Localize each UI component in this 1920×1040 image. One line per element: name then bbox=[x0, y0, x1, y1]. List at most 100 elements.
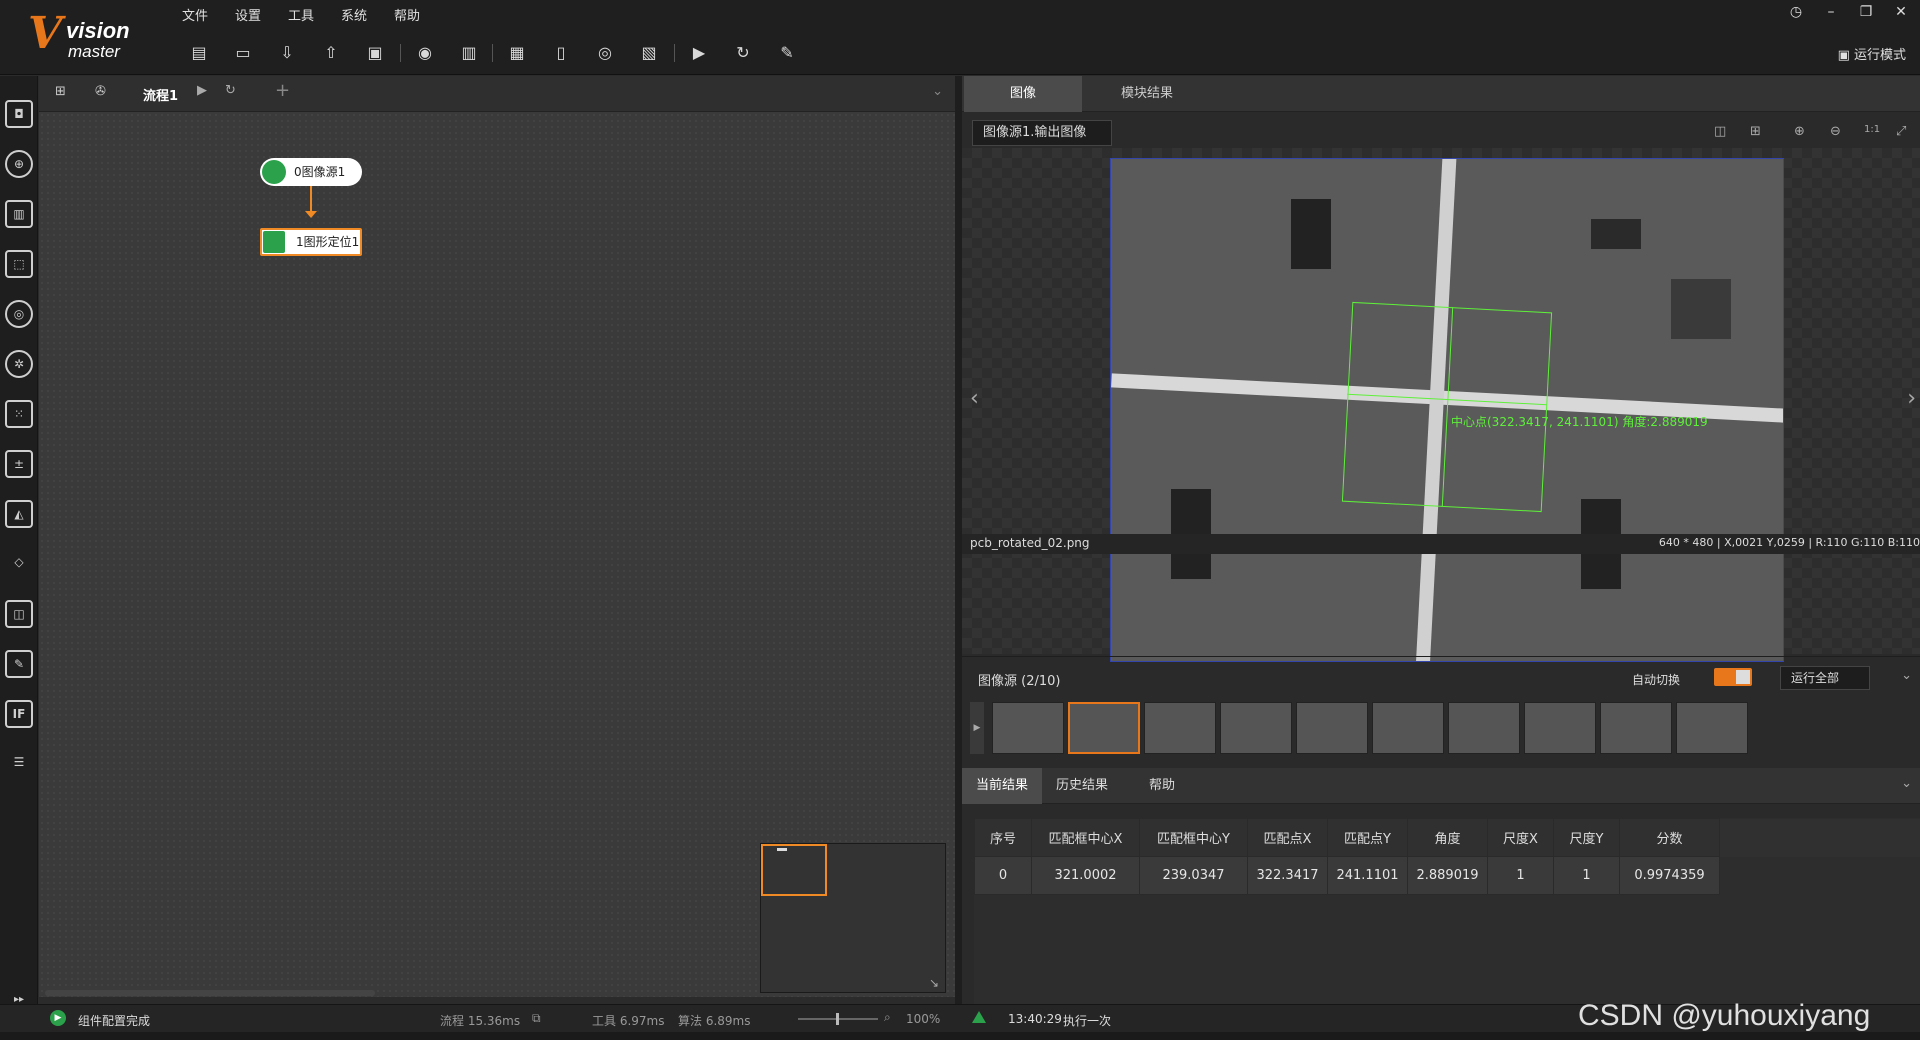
condition-icon[interactable]: IF bbox=[5, 700, 33, 728]
run-flow-icon[interactable]: ▶ bbox=[197, 83, 207, 98]
thumbnail-5[interactable] bbox=[1296, 702, 1368, 754]
close-icon[interactable]: ✕ bbox=[1890, 4, 1912, 24]
communication-icon[interactable]: ▯ bbox=[548, 40, 574, 66]
layout-split-icon[interactable]: ◫ bbox=[1714, 124, 1726, 139]
grid-icon[interactable]: ⊞ bbox=[1750, 124, 1761, 139]
match-result-label: 中心点(322.3417, 241.1101) 角度:2.889019 bbox=[1451, 415, 1708, 429]
result-table: 序号 匹配框中心X 匹配框中心Y 匹配点X 匹配点Y 角度 尺度X 尺度Y 分数… bbox=[974, 818, 1920, 895]
zoom-level: 100% bbox=[906, 1012, 941, 1026]
minimap-viewport[interactable] bbox=[761, 844, 827, 896]
tab-current-result[interactable]: 当前结果 bbox=[962, 768, 1042, 804]
recognition-icon[interactable]: ◎ bbox=[5, 300, 33, 328]
thumbnail-10[interactable] bbox=[1676, 702, 1748, 754]
col-header: 角度 bbox=[1407, 818, 1488, 857]
resize-icon[interactable]: ↘ bbox=[929, 976, 939, 990]
save-icon[interactable]: ▤ bbox=[186, 40, 212, 66]
table-cell: 0.9974359 bbox=[1619, 856, 1720, 895]
open-folder-icon[interactable]: ▭ bbox=[230, 40, 256, 66]
prev-image-icon[interactable]: ‹ bbox=[970, 386, 979, 411]
tab-image[interactable]: 图像 bbox=[964, 76, 1082, 112]
solution-icon[interactable]: ▣ bbox=[362, 40, 388, 66]
export-icon[interactable]: ⇧ bbox=[318, 40, 344, 66]
connector-line bbox=[310, 186, 312, 214]
col-header: 尺度Y bbox=[1553, 818, 1620, 857]
zoom-out-icon[interactable]: ⊖ bbox=[1830, 124, 1841, 139]
horizontal-scrollbar[interactable] bbox=[45, 990, 375, 996]
copy-icon[interactable]: ⧉ bbox=[532, 1011, 541, 1026]
thumbnail-8[interactable] bbox=[1524, 702, 1596, 754]
thumbnail-4[interactable] bbox=[1220, 702, 1292, 754]
actual-size-icon[interactable]: 1:1 bbox=[1864, 124, 1880, 135]
minimize-icon[interactable]: – bbox=[1820, 4, 1842, 24]
table-cell: 2.889019 bbox=[1407, 856, 1488, 895]
global-trigger-icon[interactable]: ◎ bbox=[592, 40, 618, 66]
restore-icon[interactable]: ❐ bbox=[1855, 4, 1877, 24]
col-header: 尺度X bbox=[1487, 818, 1554, 857]
run-mode-button[interactable]: ▣ 运行模式 bbox=[1838, 44, 1906, 63]
camera-icon[interactable]: ◉ bbox=[412, 40, 438, 66]
arrow-icon bbox=[305, 211, 317, 218]
menu-settings[interactable]: 设置 bbox=[235, 5, 261, 24]
pcb-image[interactable]: 中心点(322.3417, 241.1101) 角度:2.889019 bbox=[1110, 158, 1784, 662]
thumbnail-3[interactable] bbox=[1144, 702, 1216, 754]
tab-module-result[interactable]: 模块结果 bbox=[1082, 76, 1212, 112]
collapse-results-icon[interactable]: ⌄ bbox=[1901, 776, 1912, 791]
positioning-icon[interactable]: ⊕ bbox=[5, 150, 33, 178]
measurement-icon[interactable]: ▥ bbox=[5, 200, 33, 228]
report-icon[interactable]: ✎ bbox=[774, 40, 800, 66]
calibration-icon[interactable]: ✲ bbox=[5, 350, 33, 378]
image-source-title: 图像源 (2/10) bbox=[978, 674, 1061, 689]
tab-history-result[interactable]: 历史结果 bbox=[1042, 768, 1122, 804]
import-icon[interactable]: ⇩ bbox=[274, 40, 300, 66]
table-cell: 1 bbox=[1553, 856, 1620, 895]
thumbnail-6[interactable] bbox=[1372, 702, 1444, 754]
logic-tool-icon[interactable]: ✎ bbox=[5, 650, 33, 678]
alignment-icon[interactable]: ⁙ bbox=[5, 400, 33, 428]
menu-help[interactable]: 帮助 bbox=[394, 5, 420, 24]
minimap[interactable]: ↘ bbox=[760, 843, 946, 993]
run-all-button[interactable]: 运行全部 bbox=[1780, 666, 1870, 690]
deep-learning-icon[interactable]: ◫ bbox=[5, 600, 33, 628]
loop-flow-icon[interactable]: ↻ bbox=[225, 83, 236, 98]
node-image-source[interactable]: 0图像源1 bbox=[260, 158, 362, 186]
thumbnail-1[interactable] bbox=[992, 702, 1064, 754]
collapse-icon[interactable]: ⌄ bbox=[1901, 668, 1912, 683]
script-icon[interactable]: ▧ bbox=[636, 40, 662, 66]
auto-switch-toggle[interactable] bbox=[1714, 668, 1752, 686]
zoom-in-icon[interactable]: ⊕ bbox=[1794, 124, 1805, 139]
communication-tool-icon[interactable]: ☰ bbox=[5, 750, 33, 778]
zoom-slider[interactable] bbox=[798, 1013, 878, 1025]
tab-flow1[interactable]: 流程1 bbox=[143, 85, 178, 104]
run-once-icon[interactable]: ▶ bbox=[686, 40, 712, 66]
wrench-icon[interactable]: ✇ bbox=[95, 84, 106, 99]
panel-splitter[interactable] bbox=[955, 76, 962, 1016]
defect-detection-icon[interactable]: ◇ bbox=[5, 550, 33, 578]
run-mode-icon: ▣ bbox=[1837, 48, 1854, 63]
image-generation-icon[interactable]: ⬚ bbox=[5, 250, 33, 278]
menu-tools[interactable]: 工具 bbox=[288, 5, 314, 24]
pixel-info: 640 * 480 | X,0021 Y,0259 | R:110 G:110 … bbox=[1658, 536, 1920, 549]
run-loop-icon[interactable]: ↻ bbox=[730, 40, 756, 66]
flow-tree-icon[interactable]: ⊞ bbox=[55, 84, 66, 99]
thumbnail-7[interactable] bbox=[1448, 702, 1520, 754]
controller-icon[interactable]: ▥ bbox=[456, 40, 482, 66]
col-header: 匹配点Y bbox=[1327, 818, 1408, 857]
chevron-down-icon[interactable]: ⌄ bbox=[932, 84, 943, 99]
add-flow-button[interactable]: + bbox=[275, 80, 290, 101]
tab-help[interactable]: 帮助 bbox=[1122, 768, 1202, 804]
image-acquisition-icon[interactable]: ◘ bbox=[5, 100, 33, 128]
clock-icon[interactable]: ◷ bbox=[1785, 4, 1807, 24]
thumbnail-2[interactable] bbox=[1068, 702, 1140, 754]
image-processing-icon[interactable]: ± bbox=[5, 450, 33, 478]
menu-system[interactable]: 系统 bbox=[341, 5, 367, 24]
node-shape-match[interactable]: 1图形定位1 bbox=[260, 228, 362, 256]
fit-icon[interactable]: ⤢ bbox=[1896, 124, 1906, 139]
menu-file[interactable]: 文件 bbox=[182, 5, 208, 24]
variable-icon[interactable]: ▦ bbox=[504, 40, 530, 66]
next-image-icon[interactable]: › bbox=[1907, 386, 1916, 411]
table-row[interactable]: 0 321.0002 239.0347 322.3417 241.1101 2.… bbox=[974, 856, 1920, 895]
image-source-select[interactable]: 图像源1.输出图像 bbox=[972, 120, 1112, 146]
color-processing-icon[interactable]: ◭ bbox=[5, 500, 33, 528]
thumbnail-9[interactable] bbox=[1600, 702, 1672, 754]
thumbnail-play-icon[interactable]: ▶ bbox=[970, 702, 984, 754]
